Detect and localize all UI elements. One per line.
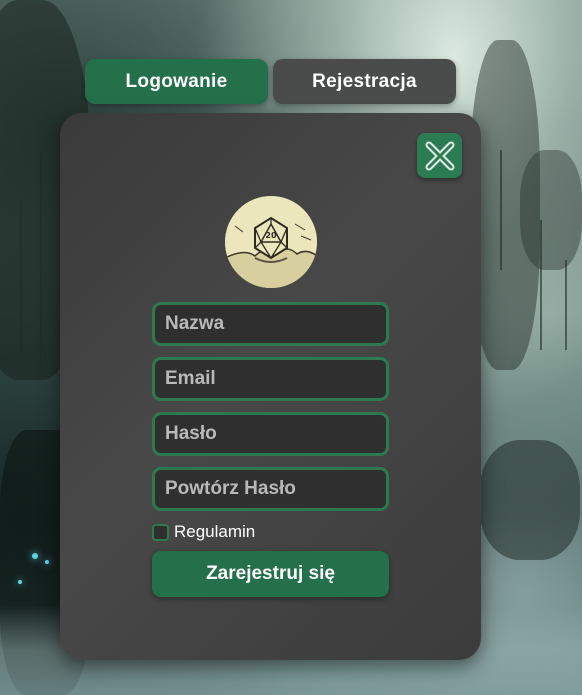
terms-checkbox[interactable] [152,523,169,541]
tab-register[interactable]: Rejestracja [273,59,456,104]
password-field[interactable] [152,412,389,456]
d20-dice-logo: 20 [225,196,317,288]
register-card: 20 Regulamin Zarejestruj się [60,113,481,660]
close-button[interactable] [417,133,462,178]
tab-login[interactable]: Logowanie [85,59,268,104]
close-icon [425,141,454,170]
name-field[interactable] [152,302,389,346]
terms-row: Regulamin [152,522,255,542]
svg-text:20: 20 [265,231,277,240]
email-field[interactable] [152,357,389,401]
repeat-password-field[interactable] [152,467,389,511]
terms-label: Regulamin [174,522,256,541]
register-button[interactable]: Zarejestruj się [152,551,389,597]
